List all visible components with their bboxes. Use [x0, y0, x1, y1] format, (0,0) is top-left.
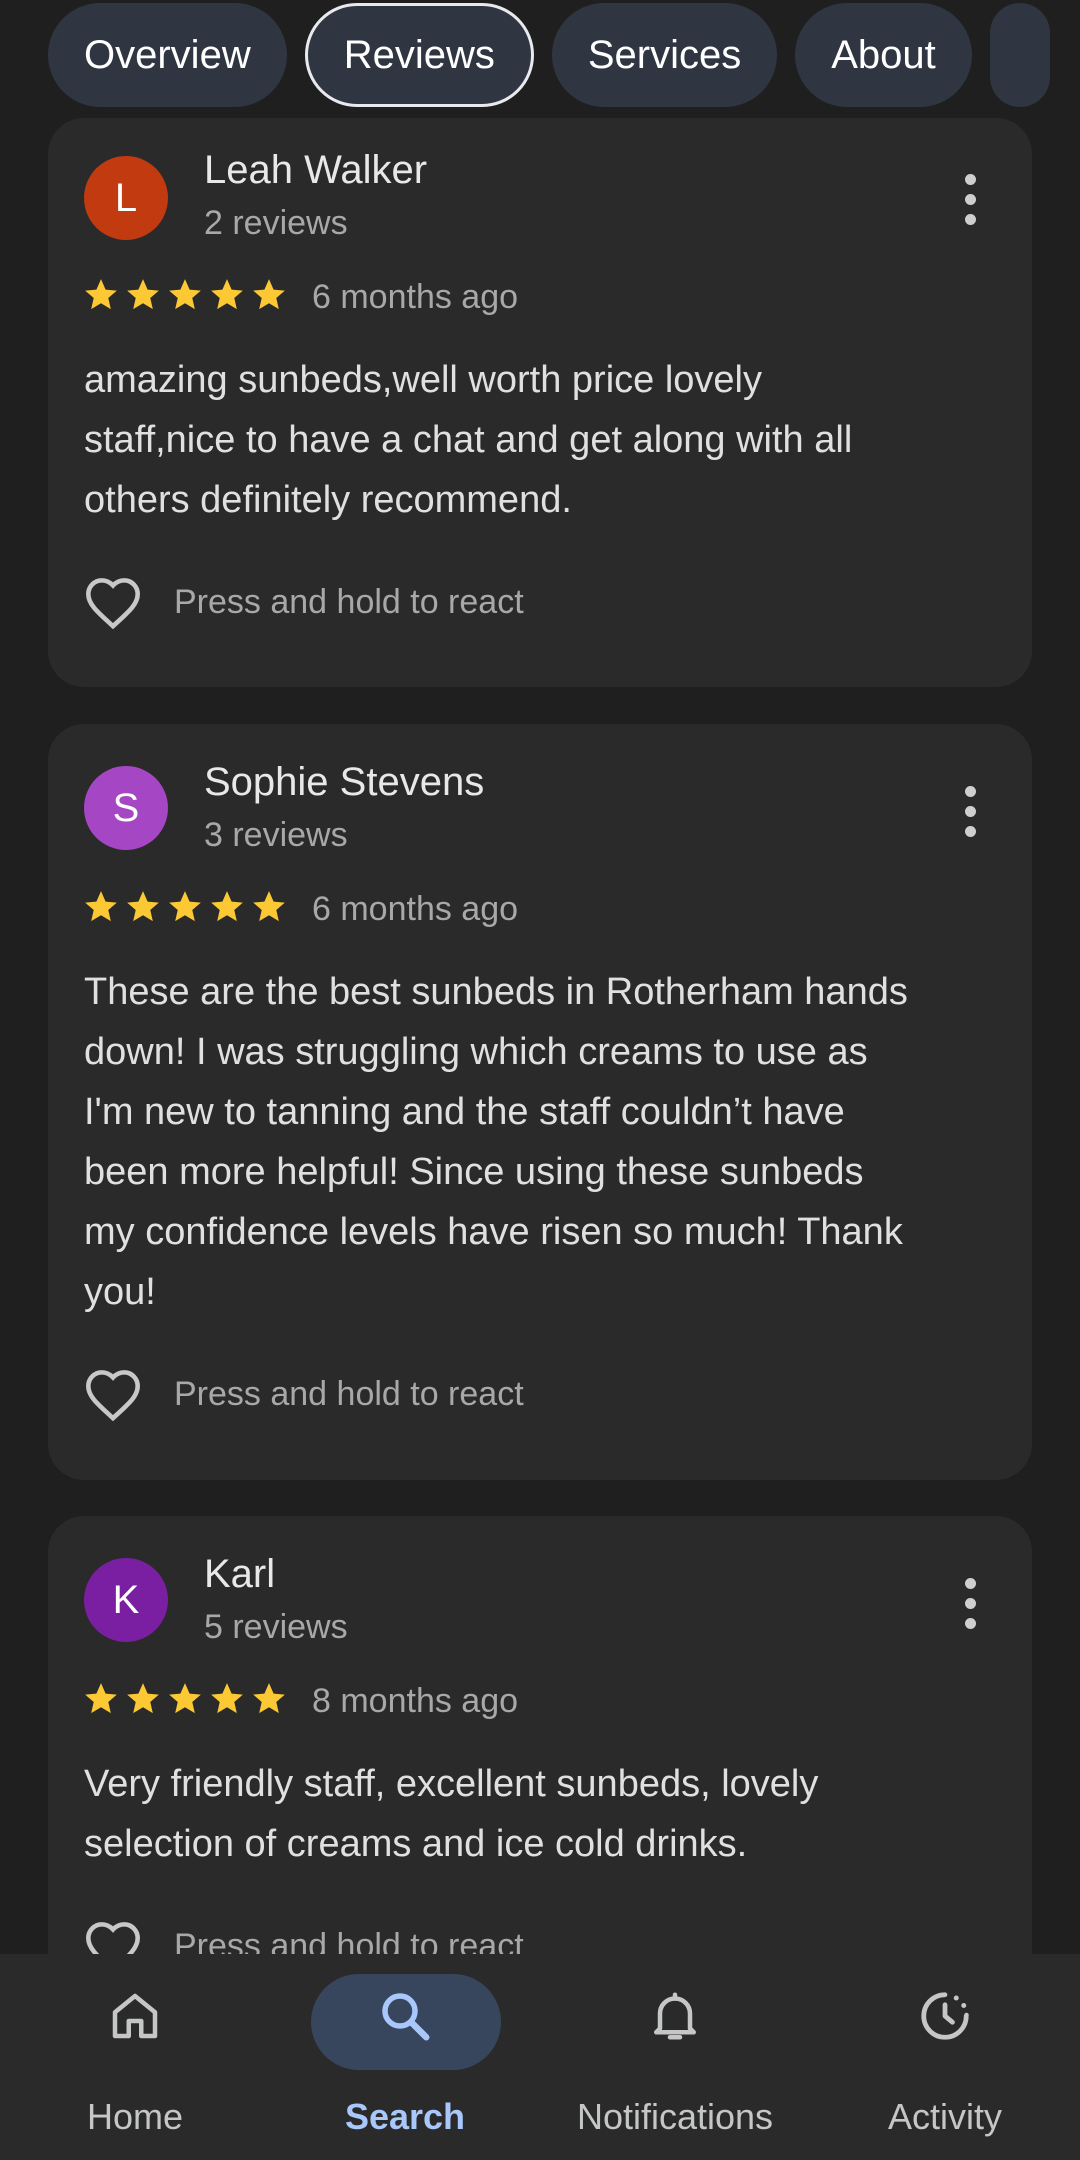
star-icon [169, 279, 201, 310]
star-icon [211, 279, 243, 310]
star-icon [253, 891, 285, 922]
review-text-line: staff,nice to have a chat and get along … [84, 419, 853, 461]
activity-icon [921, 1992, 969, 2040]
review-time: 6 months ago [312, 890, 519, 928]
star-icon [253, 279, 285, 310]
review-text[interactable]: These are the best sunbeds in Rotherham … [84, 962, 984, 1322]
nav-search-label: Search [344, 2096, 466, 2137]
heart-icon [86, 578, 140, 630]
star-icon [253, 1683, 285, 1714]
review-time: 8 months ago [312, 1682, 519, 1720]
more-options-icon[interactable] [964, 1578, 976, 1629]
review-text[interactable]: Very friendly staff, excellent sunbeds, … [84, 1754, 984, 1874]
react-label: Press and hold to react [174, 582, 524, 621]
star-icon [169, 891, 201, 922]
more-options-icon[interactable] [964, 786, 976, 837]
star-icon [127, 279, 159, 310]
star-icon [211, 1683, 243, 1714]
avatar[interactable]: L [84, 156, 168, 240]
nav-search[interactable]: Search [270, 1954, 540, 2160]
react-button[interactable]: Press and hold to react [82, 1366, 524, 1422]
nav-notifications-label: Notifications [576, 2096, 774, 2137]
tab-reviews[interactable]: Reviews [304, 3, 534, 107]
reviewer-name[interactable]: Leah Walker [204, 148, 427, 193]
bottom-navigation: Home Search Notifications Activity [0, 1954, 1080, 2160]
star-icon [127, 891, 159, 922]
star-rating [82, 276, 288, 314]
nav-activity[interactable]: Activity [810, 1954, 1080, 2160]
reviewer-review-count: 5 reviews [204, 1608, 348, 1646]
star-icon [169, 1683, 201, 1714]
star-icon [85, 891, 117, 922]
place-reviews-screen: Overview Reviews Services About L Leah W… [0, 0, 1080, 2160]
tab-overview[interactable]: Overview [48, 3, 287, 107]
review-text-line: selection of creams and ice cold drinks. [84, 1823, 748, 1865]
tab-about[interactable]: About [795, 3, 972, 107]
avatar[interactable]: K [84, 1558, 168, 1642]
review-text-line: I'm new to tanning and the staff couldn’… [84, 1091, 845, 1133]
nav-notifications[interactable]: Notifications [540, 1954, 810, 2160]
star-icon [127, 1683, 159, 1714]
react-button[interactable]: Press and hold to react [82, 574, 524, 630]
star-icon [85, 1683, 117, 1714]
star-icon [85, 279, 117, 310]
star-rating [82, 1680, 288, 1718]
tab-services[interactable]: Services [551, 3, 778, 107]
reviewer-review-count: 2 reviews [204, 204, 348, 242]
nav-home-label: Home [86, 2096, 184, 2137]
star-icon [211, 891, 243, 922]
review-text-line: These are the best sunbeds in Rotherham … [84, 971, 908, 1013]
reviewer-name[interactable]: Sophie Stevens [204, 760, 484, 805]
review-text-line: down! I was struggling which creams to u… [84, 1031, 868, 1073]
review-card: L Leah Walker 2 reviews 6 months ago ama… [48, 118, 1032, 687]
home-icon [112, 1993, 158, 2039]
star-rating [82, 888, 288, 926]
review-text-line: Very friendly staff, excellent sunbeds, … [84, 1763, 819, 1805]
review-text-line: been more helpful! Since using these sun… [84, 1151, 864, 1193]
bell-icon [654, 1992, 696, 2040]
review-text-line: amazing sunbeds,well worth price lovely [84, 359, 762, 401]
reviewer-name[interactable]: Karl [204, 1552, 275, 1597]
review-text-line: my confidence levels have risen so much!… [84, 1211, 903, 1253]
place-tabs: Overview Reviews Services About [0, 0, 1080, 112]
tab-next-partial[interactable] [989, 3, 1050, 107]
nav-activity-label: Activity [887, 2096, 1002, 2137]
more-options-icon[interactable] [964, 174, 976, 225]
reviewer-review-count: 3 reviews [204, 816, 348, 854]
heart-icon [86, 1370, 140, 1422]
react-label: Press and hold to react [174, 1374, 524, 1413]
nav-home[interactable]: Home [0, 1954, 270, 2160]
review-text-line: you! [84, 1271, 156, 1313]
review-time: 6 months ago [312, 278, 519, 316]
review-text-line: others definitely recommend. [84, 479, 572, 521]
search-icon [382, 1993, 430, 2041]
review-text[interactable]: amazing sunbeds,well worth price lovely … [84, 350, 984, 530]
avatar[interactable]: S [84, 766, 168, 850]
review-card: S Sophie Stevens 3 reviews 6 months ago … [48, 724, 1032, 1480]
